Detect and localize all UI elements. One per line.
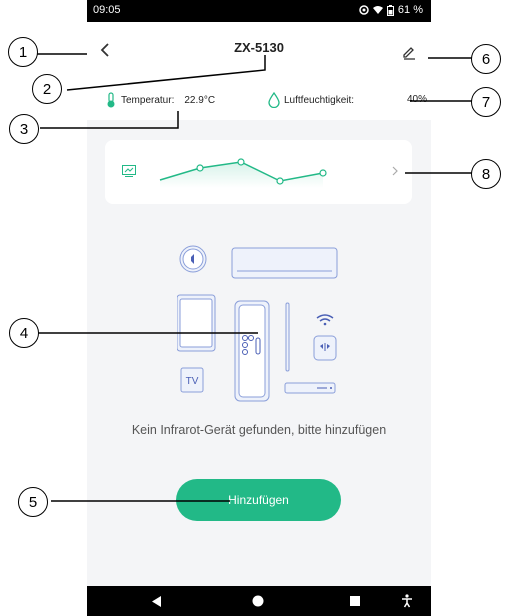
callout-6: 6 <box>471 44 501 74</box>
callout-7: 7 <box>471 87 501 117</box>
callout-1: 1 <box>8 37 38 67</box>
callout-4: 4 <box>9 318 39 348</box>
callout-2: 2 <box>32 74 62 104</box>
callout-3: 3 <box>9 114 39 144</box>
callout-lines <box>37 53 473 502</box>
callout-5: 5 <box>18 487 48 517</box>
callout-8: 8 <box>471 159 501 189</box>
